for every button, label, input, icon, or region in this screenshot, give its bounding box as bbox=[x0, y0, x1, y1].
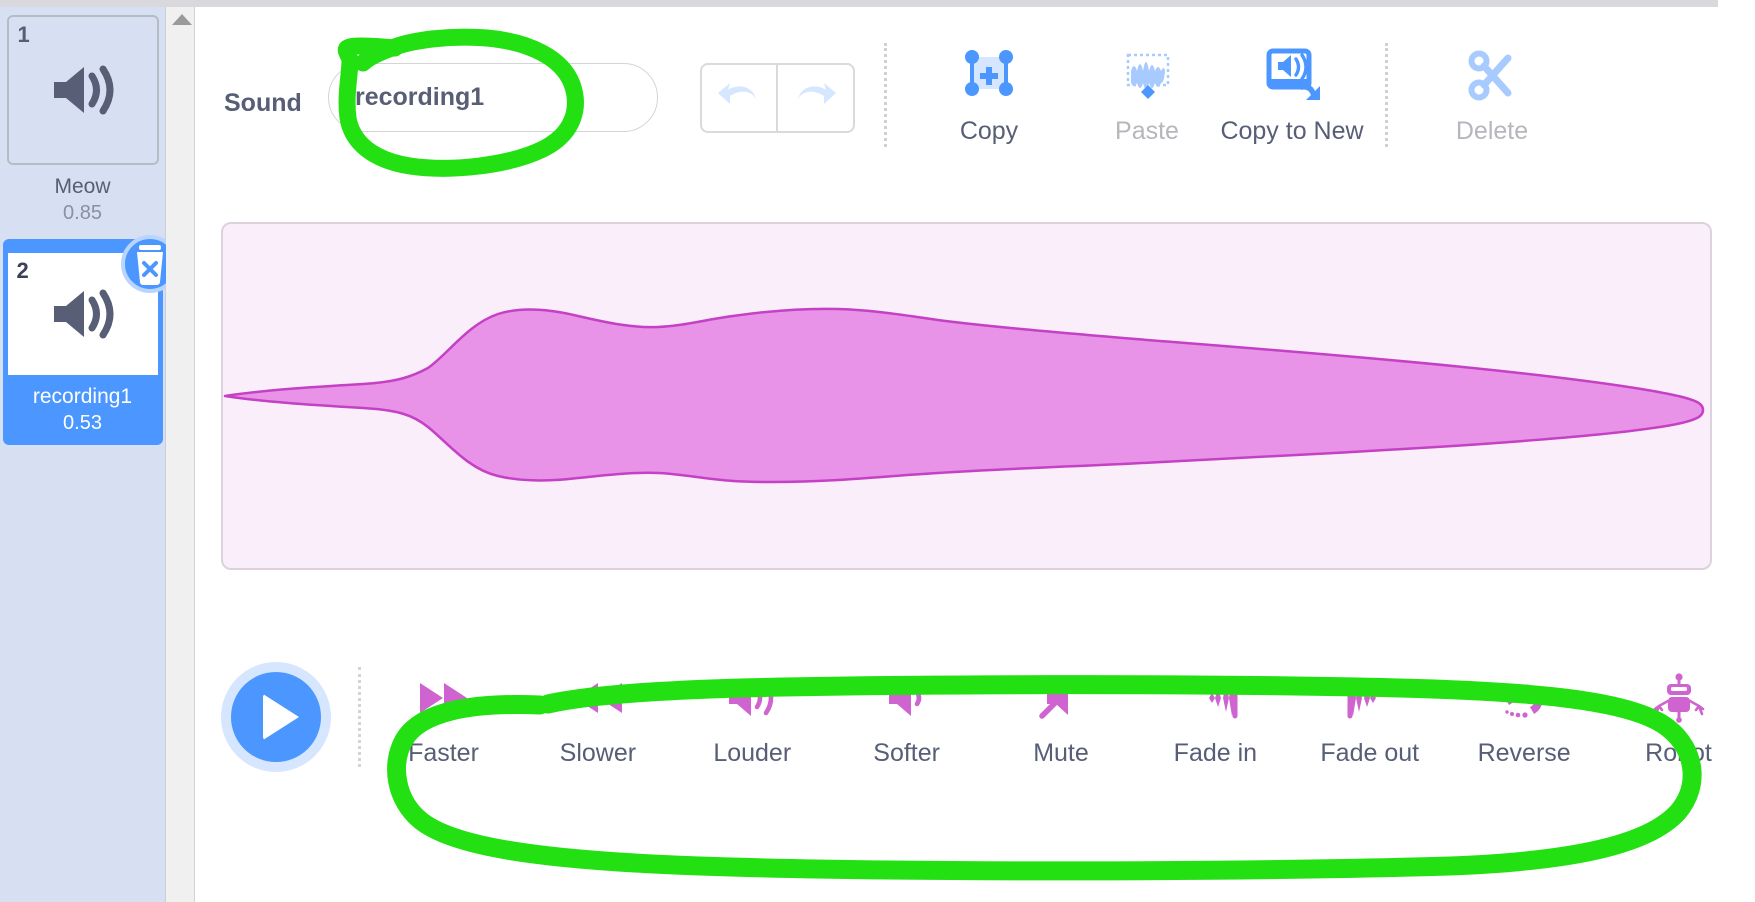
effect-mute-button[interactable]: Mute bbox=[989, 669, 1134, 768]
toolbar-divider bbox=[884, 43, 887, 147]
sound-list-item-1[interactable]: 1 Meow 0.85 bbox=[2, 11, 163, 236]
sound-item-index: 2 bbox=[16, 258, 29, 284]
tool-label: Copy bbox=[959, 117, 1019, 145]
scroll-up-arrow-icon[interactable] bbox=[172, 14, 192, 25]
effect-fade-in-button[interactable]: Fade in bbox=[1143, 669, 1288, 768]
editor-toolbar: Sound recording1 Copy Paste Copy to New … bbox=[196, 7, 1755, 182]
sound-item-name: Meow bbox=[54, 175, 111, 198]
effect-label: Reverse bbox=[1477, 739, 1571, 767]
volume-mute-icon bbox=[989, 669, 1134, 727]
effects-row: Faster Slower Louder Softer Mute Fade in… bbox=[371, 669, 1751, 799]
effect-label: Fade out bbox=[1320, 739, 1420, 767]
effect-label: Fade in bbox=[1173, 739, 1258, 767]
effects-divider bbox=[358, 667, 361, 767]
copy-selection-icon bbox=[909, 45, 1069, 107]
speaker-icon bbox=[53, 289, 113, 339]
undo-redo-group bbox=[700, 63, 855, 133]
volume-down-icon bbox=[834, 669, 979, 727]
tool-label: Copy to New bbox=[1220, 117, 1364, 145]
effect-softer-button[interactable]: Softer bbox=[834, 669, 979, 768]
sound-list-item-2[interactable]: 2 recording1 0.53 bbox=[2, 235, 179, 446]
sound-editor-main: Sound recording1 Copy Paste Copy to New … bbox=[196, 7, 1755, 902]
copy-button[interactable]: Copy bbox=[909, 45, 1069, 146]
delete-button[interactable]: Delete bbox=[1412, 45, 1572, 146]
tool-label: Paste bbox=[1115, 117, 1179, 145]
effect-label: Softer bbox=[873, 739, 940, 767]
play-button[interactable] bbox=[221, 662, 331, 772]
sound-item-duration: 0.53 bbox=[63, 412, 102, 435]
paste-waveform-icon bbox=[1067, 45, 1227, 107]
sidebar-scrollbar[interactable] bbox=[166, 7, 195, 902]
effect-label: Slower bbox=[559, 739, 637, 767]
effect-label: Faster bbox=[408, 739, 479, 767]
play-triangle-icon bbox=[262, 694, 299, 740]
effect-slower-button[interactable]: Slower bbox=[525, 669, 670, 768]
volume-up-icon bbox=[680, 669, 825, 727]
paste-button[interactable]: Paste bbox=[1067, 45, 1227, 146]
sound-name-input[interactable] bbox=[328, 63, 658, 132]
scissors-delete-icon bbox=[1412, 45, 1572, 107]
sound-list-sidebar: 1 Meow 0.85 2 recording1 0.53 bbox=[0, 7, 179, 902]
speaker-icon bbox=[53, 65, 113, 115]
effect-faster-button[interactable]: Faster bbox=[371, 669, 516, 768]
fade-out-icon bbox=[1297, 669, 1442, 727]
copy-to-new-button[interactable]: Copy to New bbox=[1212, 45, 1372, 146]
redo-button[interactable] bbox=[778, 65, 854, 131]
sound-item-index: 1 bbox=[17, 22, 30, 47]
sound-waveform bbox=[223, 307, 1705, 484]
undo-arrow-icon bbox=[717, 83, 756, 104]
effect-label: Louder bbox=[713, 739, 792, 767]
sound-name-label: Sound bbox=[224, 89, 302, 117]
effect-fade-out-button[interactable]: Fade out bbox=[1297, 669, 1442, 768]
sound-item-name: recording1 bbox=[32, 385, 133, 409]
effect-label: Mute bbox=[1033, 739, 1089, 767]
fast-forward-icon bbox=[371, 669, 516, 727]
tool-label: Delete bbox=[1455, 117, 1529, 145]
sound-editor-window: 1 Meow 0.85 2 recording1 0.53 Sound reco… bbox=[0, 0, 1755, 902]
redo-arrow-icon bbox=[798, 83, 837, 104]
effect-louder-button[interactable]: Louder bbox=[680, 669, 825, 768]
sound-item-duration: 0.85 bbox=[63, 202, 102, 225]
robot-icon bbox=[1606, 669, 1751, 727]
top-strip bbox=[0, 0, 1718, 7]
effect-robot-button[interactable]: Robot bbox=[1606, 669, 1751, 768]
rewind-icon bbox=[525, 669, 670, 727]
undo-button[interactable] bbox=[702, 65, 778, 131]
toolbar-divider bbox=[1385, 43, 1388, 147]
copy-to-new-sound-icon bbox=[1212, 45, 1372, 107]
waveform-panel[interactable] bbox=[221, 222, 1712, 570]
sound-thumbnail: 1 bbox=[6, 15, 159, 165]
effect-reverse-button[interactable]: Reverse bbox=[1452, 669, 1597, 768]
trash-delete-icon bbox=[136, 245, 163, 286]
fade-in-icon bbox=[1143, 669, 1288, 727]
reverse-arrow-icon bbox=[1452, 669, 1597, 727]
effect-label: Robot bbox=[1645, 739, 1712, 767]
